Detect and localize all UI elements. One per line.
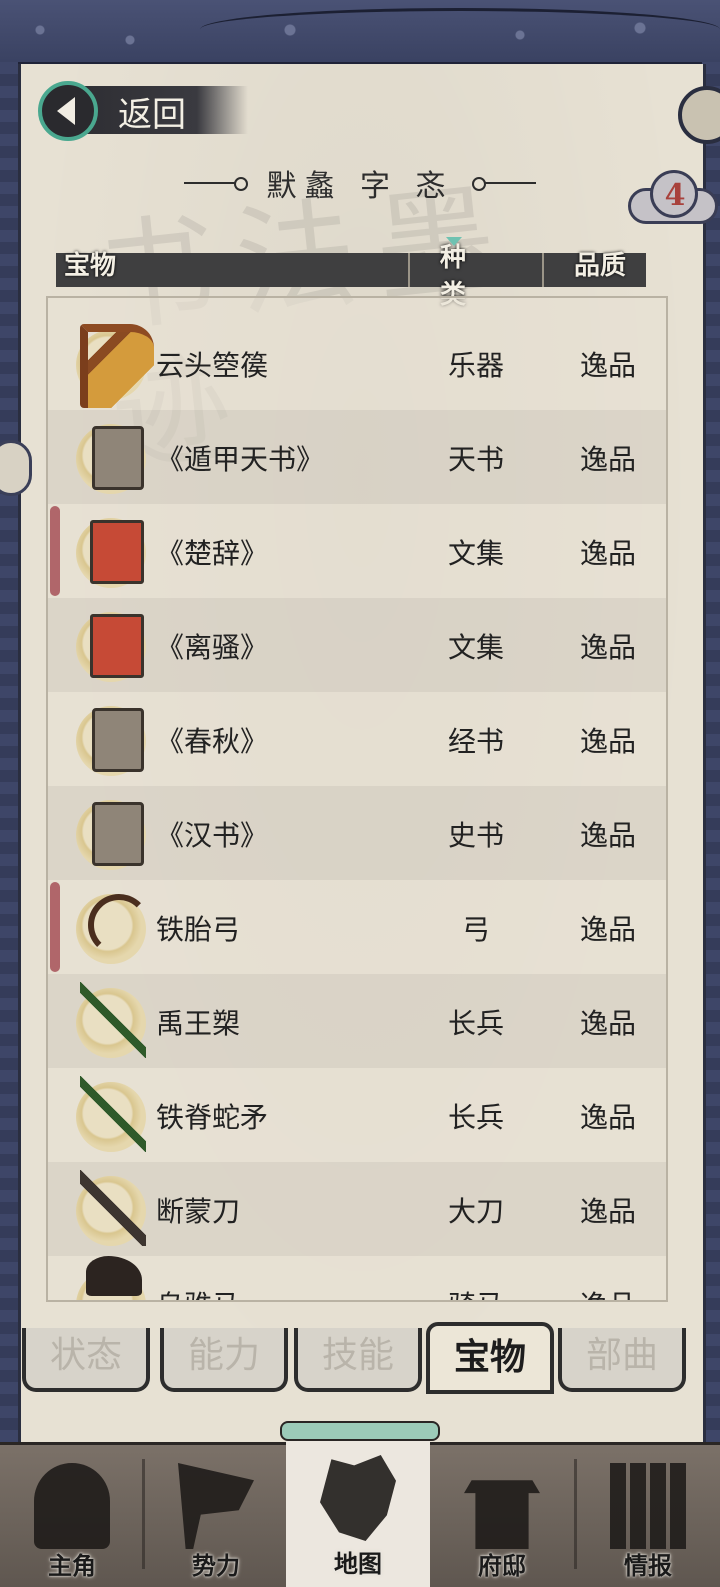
- item-quality: 逸品: [579, 631, 636, 664]
- nav-intel[interactable]: 情报: [576, 1445, 720, 1587]
- horse-icon: [86, 1256, 142, 1296]
- item-quality: 逸品: [579, 537, 636, 570]
- item-quality: 逸品: [579, 443, 636, 476]
- badge-count: 4: [664, 178, 686, 213]
- item-name: 断蒙刀: [156, 1195, 241, 1228]
- selection-mark: [50, 882, 60, 972]
- list-header: 宝物 种类 品质: [56, 237, 646, 310]
- tab-troops[interactable]: 部曲: [558, 1328, 686, 1392]
- item-type: 天书: [447, 443, 504, 476]
- spear-icon: [80, 982, 146, 1058]
- item-type: 经书: [447, 725, 504, 758]
- item-quality: 逸品: [579, 1195, 636, 1228]
- nav-label: 主角: [48, 1551, 96, 1580]
- list-item[interactable]: 《离骚》 文集 逸品: [48, 598, 666, 692]
- item-quality: 逸品: [579, 913, 636, 946]
- list-item[interactable]: 禹王槊 长兵 逸品: [48, 974, 666, 1068]
- tab-ability[interactable]: 能力: [160, 1328, 288, 1392]
- list-item[interactable]: 铁脊蛇矛 长兵 逸品: [48, 1068, 666, 1162]
- item-type: 大刀: [447, 1195, 504, 1228]
- nav-map[interactable]: 地图: [280, 1421, 440, 1587]
- nav-protagonist[interactable]: 主角: [0, 1445, 144, 1587]
- item-type: 文集: [447, 631, 504, 664]
- page-title-text: 默蠡 字 忞: [266, 169, 454, 204]
- treasure-list[interactable]: 云头箜篌 乐器 逸品 《遁甲天书》 天书 逸品 《楚辞》 文集 逸品 《离骚》 文集 逸品 《春秋》 经书…: [46, 296, 668, 1302]
- back-button[interactable]: 返回: [38, 80, 248, 142]
- back-label: 返回: [118, 94, 186, 135]
- nav-residence[interactable]: 府邸: [430, 1445, 574, 1587]
- list-item[interactable]: 《春秋》 经书 逸品: [48, 692, 666, 786]
- bow-icon: [88, 894, 150, 956]
- header-quality: 品质: [574, 251, 627, 281]
- nav-label: 地图: [334, 1549, 382, 1578]
- book-icon: [92, 426, 144, 490]
- nav-faction[interactable]: 势力: [144, 1445, 288, 1587]
- left-border: [0, 62, 18, 1442]
- title-ornament-right: [471, 177, 536, 191]
- cloud-badge[interactable]: 4: [628, 170, 720, 228]
- page-title: 默蠡 字 忞: [160, 158, 560, 208]
- tab-bar: 状态 能力 技能 宝物 部曲: [22, 1322, 696, 1398]
- item-name: 《春秋》: [156, 725, 269, 758]
- item-name: 乌骓马: [156, 1284, 240, 1300]
- item-type: 乐器: [447, 349, 504, 382]
- bottom-navigation: 主角 势力 地图 府邸 情报: [0, 1421, 720, 1587]
- item-type: 史书: [447, 819, 504, 852]
- book-icon: [92, 802, 144, 866]
- item-name: 云头箜篌: [156, 349, 269, 382]
- nav-label: 府邸: [478, 1551, 526, 1580]
- header-name: 宝物: [64, 251, 117, 281]
- selection-mark: [50, 506, 60, 596]
- list-item[interactable]: 铁胎弓 弓 逸品: [48, 880, 666, 974]
- tab-treasure[interactable]: 宝物: [426, 1322, 554, 1394]
- warrior-icon: [34, 1463, 110, 1549]
- top-decorative-band: [0, 0, 720, 65]
- item-type: 文集: [447, 537, 504, 570]
- map-icon: [320, 1455, 396, 1541]
- item-name: 禹王槊: [156, 1007, 241, 1040]
- list-item[interactable]: 云头箜篌 乐器 逸品: [48, 316, 666, 410]
- spear-icon: [80, 1076, 146, 1152]
- side-drawer-handle[interactable]: [0, 440, 32, 496]
- item-quality: 逸品: [579, 349, 636, 382]
- item-quality: 逸品: [548, 1284, 666, 1300]
- mansion-icon: [464, 1480, 540, 1549]
- item-name: 《楚辞》: [156, 537, 269, 570]
- caret-down-icon: [446, 237, 462, 246]
- item-type: 弓: [461, 913, 490, 946]
- scroll-icon: [610, 1463, 686, 1549]
- harp-icon: [80, 324, 154, 408]
- tab-skill[interactable]: 技能: [294, 1328, 422, 1392]
- item-type: 骑马: [416, 1284, 536, 1300]
- tab-status[interactable]: 状态: [22, 1328, 150, 1392]
- item-quality: 逸品: [579, 819, 636, 852]
- list-item[interactable]: 乌骓马 骑马逸品: [48, 1256, 666, 1300]
- item-name: 《离骚》: [156, 631, 269, 664]
- list-item[interactable]: 《楚辞》 文集 逸品: [48, 504, 666, 598]
- item-type: 长兵: [447, 1007, 504, 1040]
- list-item[interactable]: 《遁甲天书》 天书 逸品: [48, 410, 666, 504]
- item-type: 长兵: [447, 1101, 504, 1134]
- blade-icon: [80, 1170, 146, 1246]
- item-name: 铁胎弓: [156, 913, 241, 946]
- book-icon: [92, 708, 144, 772]
- flag-icon: [178, 1463, 254, 1549]
- item-quality: 逸品: [579, 725, 636, 758]
- item-quality: 逸品: [579, 1101, 636, 1134]
- list-item[interactable]: 《汉书》 史书 逸品: [48, 786, 666, 880]
- item-quality: 逸品: [579, 1007, 636, 1040]
- item-name: 铁脊蛇矛: [156, 1101, 269, 1134]
- red-book-icon: [90, 614, 144, 678]
- title-ornament-left: [184, 177, 249, 191]
- item-name: 《汉书》: [156, 819, 269, 852]
- item-name: 《遁甲天书》: [156, 443, 325, 476]
- nav-label: 势力: [192, 1551, 240, 1580]
- back-arrow-icon: [38, 81, 98, 141]
- red-book-icon: [90, 520, 144, 584]
- list-item[interactable]: 断蒙刀 大刀 逸品: [48, 1162, 666, 1256]
- nav-label: 情报: [624, 1551, 672, 1580]
- band-swirl-decoration: [200, 8, 720, 51]
